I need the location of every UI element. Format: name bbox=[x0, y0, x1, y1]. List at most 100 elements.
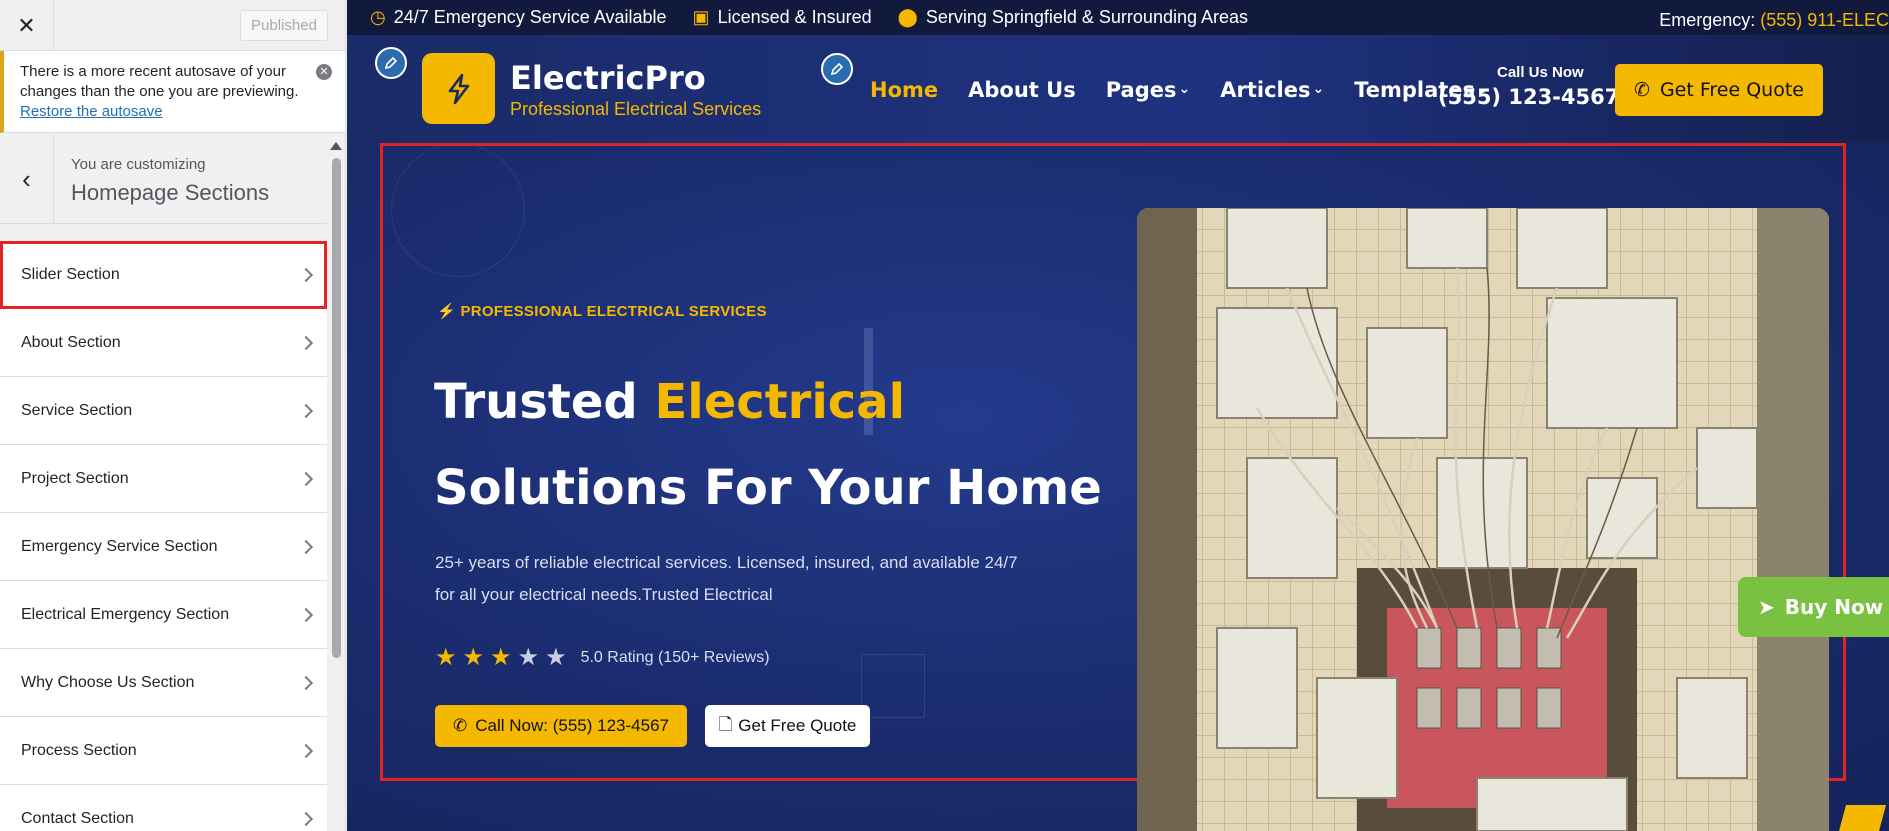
hero-quote-button[interactable]: 🗋 Get Free Quote bbox=[705, 705, 870, 747]
nav-home[interactable]: Home bbox=[870, 78, 938, 102]
sidebar-item-label: About Section bbox=[21, 333, 121, 351]
close-icon[interactable]: ✕ bbox=[0, 0, 54, 51]
quote-button-label: Get Free Quote bbox=[1659, 79, 1804, 101]
sidebar-item-label: Contact Section bbox=[21, 809, 134, 827]
sidebar-item-label: Service Section bbox=[21, 401, 133, 419]
star-rating: ★ ★ ★ ★ ★ bbox=[435, 643, 573, 672]
sidebar-header: ✕ Published bbox=[0, 0, 345, 51]
hero-description: 25+ years of reliable electrical service… bbox=[435, 553, 1018, 604]
star-icon: ★ bbox=[517, 644, 540, 671]
rating-text: 5.0 Rating (150+ Reviews) bbox=[580, 648, 770, 666]
section-header: ‹ You are customizing Homepage Sections bbox=[0, 134, 327, 224]
chevron-right-icon bbox=[298, 539, 314, 554]
hero-eyebrow: ⚡ PROFESSIONAL ELECTRICAL SERVICES bbox=[437, 302, 767, 320]
topbar-item-location: ⬤ Serving Springfield & Surrounding Area… bbox=[898, 7, 1248, 28]
nav-pages[interactable]: Pages bbox=[1106, 78, 1191, 102]
phone-icon: ✆ bbox=[1634, 79, 1650, 101]
sidebar-item-contact[interactable]: Contact Section bbox=[0, 785, 327, 831]
nav-articles[interactable]: Articles bbox=[1220, 78, 1324, 102]
sidebar-item-label: Electrical Emergency Section bbox=[21, 605, 230, 623]
topbar-item-licensed: ▣ Licensed & Insured bbox=[693, 7, 872, 28]
brand-tagline: Professional Electrical Services bbox=[510, 99, 762, 119]
document-icon: 🗋 bbox=[718, 714, 733, 734]
sidebar-item-project[interactable]: Project Section bbox=[0, 445, 327, 513]
title-part: Trusted bbox=[434, 374, 655, 430]
site-preview: ◷ 24/7 Emergency Service Available ▣ Lic… bbox=[347, 0, 1889, 831]
topbar-text: Serving Springfield & Surrounding Areas bbox=[925, 7, 1249, 27]
sidebar-item-slider[interactable]: Slider Section bbox=[0, 241, 327, 309]
sidebar-item-service[interactable]: Service Section bbox=[0, 377, 327, 445]
buy-now-button[interactable]: ➤ Buy Now bbox=[1738, 577, 1889, 637]
chevron-right-icon bbox=[298, 607, 314, 622]
call-label: Call Us Now bbox=[1497, 64, 1584, 81]
topbar-text: 24/7 Emergency Service Available bbox=[393, 7, 667, 27]
chevron-right-icon bbox=[298, 811, 314, 826]
phone-icon: ✆ bbox=[453, 716, 468, 735]
chevron-right-icon bbox=[298, 471, 314, 486]
section-list: Slider Section About Section Service Sec… bbox=[0, 241, 327, 831]
quote-button-label: Get Free Quote bbox=[738, 716, 857, 735]
star-icon: ★ bbox=[435, 644, 457, 671]
customizing-label: You are customizing bbox=[71, 156, 206, 173]
emergency-phone[interactable]: (555) 911-ELEC bbox=[1760, 10, 1889, 30]
autosave-notice: There is a more recent autosave of your … bbox=[0, 51, 345, 133]
customizer-sidebar: ✕ Published There is a more recent autos… bbox=[0, 0, 346, 831]
edit-pencil-icon[interactable] bbox=[821, 53, 853, 85]
hero-title: Trusted Electrical Solutions For Your Ho… bbox=[434, 359, 1102, 531]
hero-rating: ★ ★ ★ ★ ★ 5.0 Rating (150+ Reviews) bbox=[435, 643, 770, 672]
call-button-label: Call Now: (555) 123-4567 bbox=[475, 716, 669, 735]
brand-name[interactable]: ElectricPro bbox=[510, 59, 706, 97]
chevron-right-icon bbox=[298, 403, 314, 418]
site-header: ElectricPro Professional Electrical Serv… bbox=[347, 35, 1889, 143]
hero-slider: ⚡ PROFESSIONAL ELECTRICAL SERVICES Trust… bbox=[347, 143, 1889, 831]
send-arrow-icon: ➤ bbox=[1758, 595, 1775, 619]
chevron-right-icon bbox=[298, 267, 314, 282]
corner-badge bbox=[1837, 805, 1887, 831]
nav-about-us[interactable]: About Us bbox=[968, 78, 1076, 102]
bolt-icon: ⚡ bbox=[437, 303, 456, 320]
topbar-text: Licensed & Insured bbox=[717, 7, 872, 27]
sidebar-item-electrical-emergency[interactable]: Electrical Emergency Section bbox=[0, 581, 327, 649]
sidebar-item-label: Project Section bbox=[21, 469, 129, 487]
sidebar-scrollbar[interactable] bbox=[329, 140, 343, 831]
star-icon: ★ bbox=[490, 644, 512, 671]
main-nav: Home About Us Pages Articles Templates bbox=[870, 78, 1489, 102]
sidebar-item-why-choose-us[interactable]: Why Choose Us Section bbox=[0, 649, 327, 717]
scroll-up-icon[interactable] bbox=[330, 142, 342, 150]
sidebar-item-label: Emergency Service Section bbox=[21, 537, 218, 555]
title-highlight: Electrical bbox=[654, 374, 906, 430]
call-phone[interactable]: (555) 123-4567 bbox=[1438, 85, 1619, 109]
restore-autosave-link[interactable]: Restore the autosave bbox=[20, 102, 310, 122]
chevron-right-icon bbox=[298, 335, 314, 350]
emergency-contact: Emergency: (555) 911-ELEC bbox=[1659, 10, 1889, 31]
edit-pencil-icon[interactable] bbox=[375, 47, 407, 79]
star-icon: ★ bbox=[462, 644, 485, 671]
chevron-right-icon bbox=[298, 743, 314, 758]
map-pin-icon: ⬤ bbox=[897, 7, 918, 27]
sidebar-item-label: Process Section bbox=[21, 741, 137, 759]
sidebar-item-process[interactable]: Process Section bbox=[0, 717, 327, 785]
topbar-item-service: ◷ 24/7 Emergency Service Available bbox=[370, 7, 667, 28]
scrollbar-thumb[interactable] bbox=[331, 158, 341, 658]
star-icon: ★ bbox=[545, 644, 567, 671]
id-badge-icon: ▣ bbox=[692, 7, 710, 27]
title-line2: Solutions For Your Home bbox=[434, 460, 1102, 516]
sidebar-item-emergency-service[interactable]: Emergency Service Section bbox=[0, 513, 327, 581]
hero-image-electrical-panel bbox=[1137, 208, 1829, 831]
section-title: Homepage Sections bbox=[71, 180, 270, 205]
published-button[interactable]: Published bbox=[240, 10, 328, 41]
get-free-quote-button[interactable]: ✆ Get Free Quote bbox=[1615, 64, 1823, 116]
eyebrow-text: PROFESSIONAL ELECTRICAL SERVICES bbox=[460, 303, 767, 320]
top-info-bar: ◷ 24/7 Emergency Service Available ▣ Lic… bbox=[347, 0, 1889, 35]
dismiss-icon[interactable]: ✕ bbox=[316, 64, 332, 80]
sidebar-item-label: Why Choose Us Section bbox=[21, 673, 195, 691]
emergency-label: Emergency: bbox=[1659, 10, 1761, 30]
back-arrow-icon[interactable]: ‹ bbox=[0, 134, 54, 224]
autosave-notice-text: There is a more recent autosave of your … bbox=[20, 63, 299, 100]
sidebar-item-label: Slider Section bbox=[21, 265, 120, 283]
clock-icon: ◷ bbox=[370, 7, 386, 27]
call-now-button[interactable]: ✆ Call Now: (555) 123-4567 bbox=[435, 705, 687, 747]
buy-now-label: Buy Now bbox=[1784, 595, 1884, 619]
sidebar-item-about[interactable]: About Section bbox=[0, 309, 327, 377]
logo-bolt-icon[interactable] bbox=[422, 53, 495, 124]
